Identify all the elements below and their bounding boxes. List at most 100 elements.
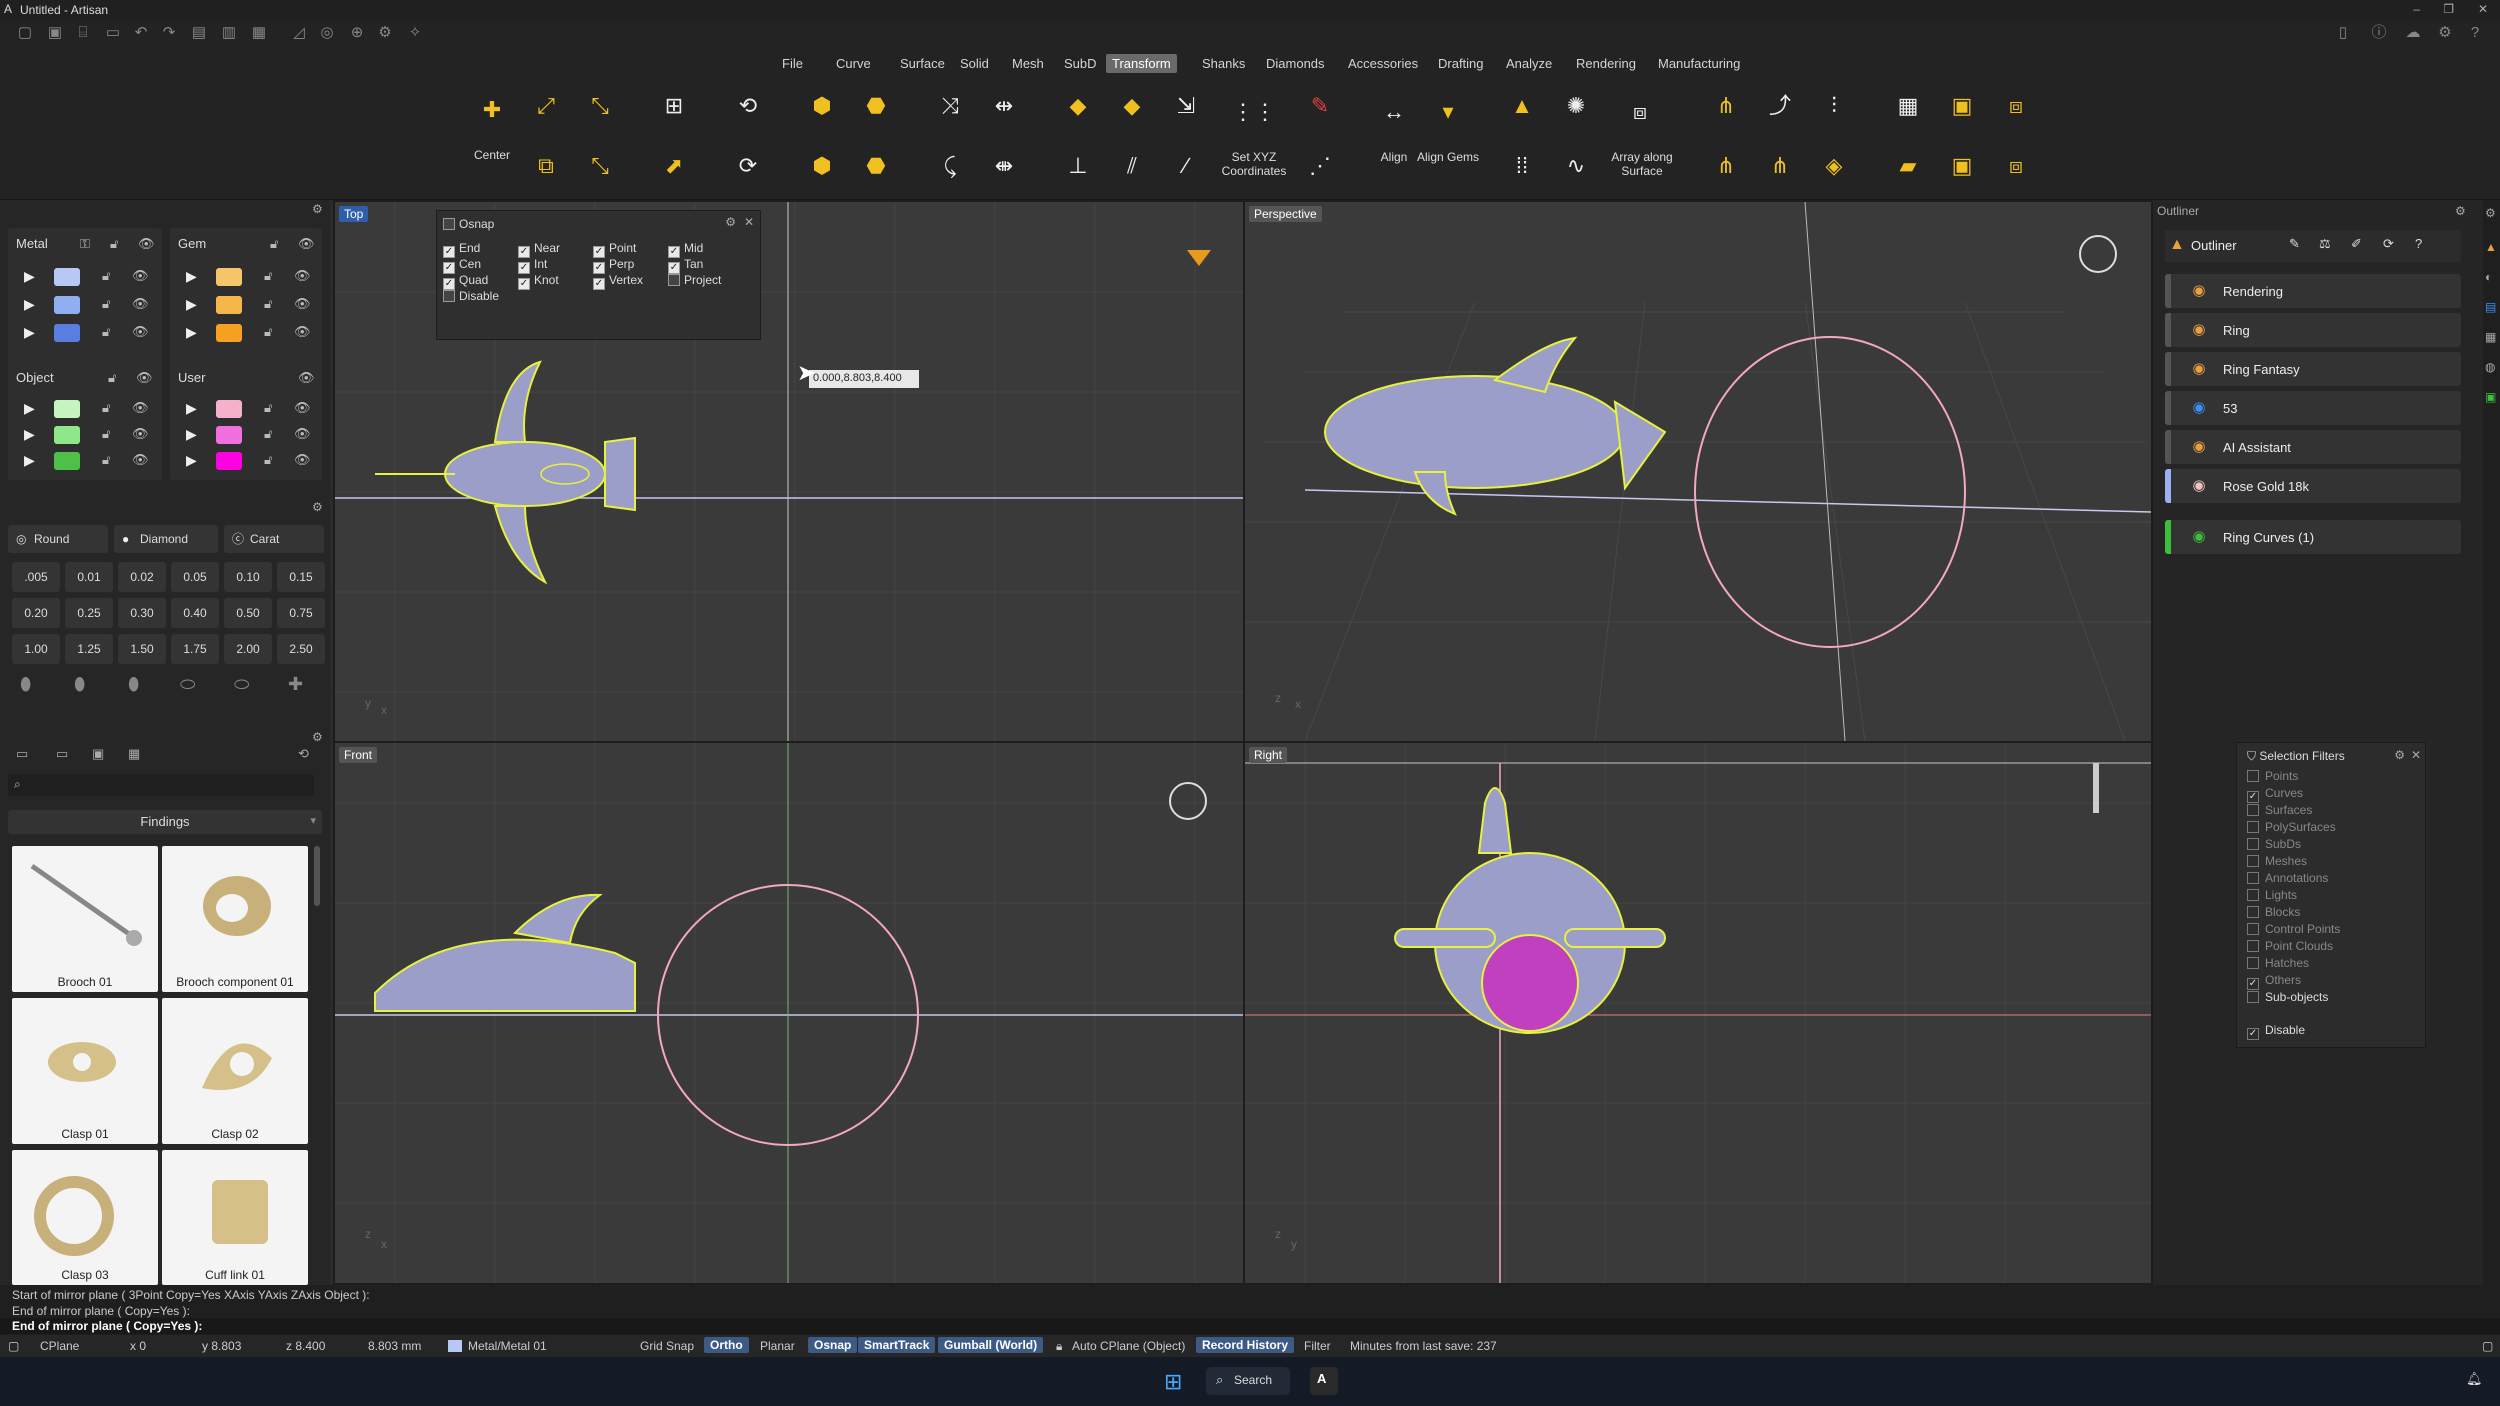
outliner-row[interactable]: ◉ Ring Fantasy — [2165, 352, 2461, 386]
layer-row[interactable]: ▶ 🔓︎ 👁︎ — [170, 448, 320, 474]
gumball-icon[interactable] — [1187, 250, 1211, 266]
eye-icon[interactable]: 👁︎ — [132, 296, 149, 312]
bridge-tool-icon[interactable]: ⧈ — [1996, 86, 2036, 126]
set-xyz-icon[interactable]: ⋮⋮ — [1232, 92, 1276, 132]
render-icon[interactable]: ▣ — [2485, 390, 2496, 404]
front-viewport[interactable]: z x Front — [335, 743, 1243, 1283]
osnap-option[interactable]: Project — [668, 273, 721, 287]
cplane-status[interactable]: CPlane — [40, 1339, 79, 1353]
gem-size-button[interactable]: 0.30 — [118, 598, 166, 628]
layer-color-swatch[interactable] — [216, 324, 242, 342]
layer-row[interactable]: ▶ 🔓︎ 👁︎ — [170, 264, 320, 290]
gem-shape-marquise-icon[interactable]: ⬭ — [180, 674, 195, 695]
filter-toggle[interactable]: Filter — [1304, 1339, 1331, 1353]
selection-filter-option[interactable]: Point Clouds — [2247, 939, 2333, 953]
chevron-down-icon[interactable]: ▾ — [310, 814, 316, 827]
array-tool-icon[interactable]: ⊞ — [654, 86, 694, 126]
gem-size-button[interactable]: 2.00 — [224, 634, 272, 664]
scale-tool-icon[interactable]: ⤢ — [526, 86, 566, 126]
lock-icon[interactable]: 🔓︎ — [102, 426, 110, 442]
osnap-option[interactable]: Disable — [443, 289, 499, 303]
auto-cplane-toggle[interactable]: Auto CPlane (Object) — [1072, 1339, 1185, 1353]
properties-icon[interactable]: ▦ — [2485, 330, 2496, 344]
taper-tool-icon[interactable]: ◆ — [1112, 86, 1152, 126]
center-tool-icon[interactable]: ✚ — [472, 90, 512, 130]
layer-row[interactable]: ▶ 🔓︎ 👁︎ — [8, 292, 158, 318]
lock-icon[interactable]: 🔓︎ — [102, 400, 110, 416]
taskbar-search-button[interactable]: ⌕ Search — [1206, 1367, 1290, 1395]
layer-color-swatch[interactable] — [54, 324, 80, 342]
selection-filter-option[interactable]: Meshes — [2247, 854, 2307, 868]
osnap-option[interactable]: ✓ Vertex — [593, 273, 643, 290]
prong-set-icon[interactable]: ⋔ — [1706, 146, 1746, 186]
curve-array-icon[interactable]: ∿ — [1556, 146, 1596, 186]
status-panel-icon[interactable]: ▢ — [2482, 1339, 2493, 1353]
lock-icon[interactable]: 🔓︎ — [108, 370, 116, 386]
layer-color-swatch[interactable] — [216, 268, 242, 286]
lock-icon[interactable]: 🔓︎ — [270, 236, 278, 252]
layer-color-swatch[interactable] — [448, 1340, 462, 1352]
menu-surface[interactable]: Surface — [894, 54, 951, 73]
osnap-option[interactable]: ✓ Point — [593, 241, 636, 258]
eye-icon[interactable]: 👁︎ — [132, 426, 149, 442]
split-tool-icon[interactable]: ⫶ — [1814, 86, 1854, 126]
redo-icon[interactable]: ↷ — [160, 24, 178, 42]
measure-icon[interactable]: ◿ — [290, 24, 308, 42]
selection-filter-option[interactable]: Annotations — [2247, 871, 2328, 885]
gem-size-button[interactable]: 0.20 — [12, 598, 60, 628]
lock-icon[interactable]: 🔓︎ — [102, 324, 110, 340]
settings-icon[interactable]: ⚙ — [2436, 24, 2454, 42]
gem-size-button[interactable]: 0.15 — [277, 562, 325, 592]
eye-icon[interactable]: 👁︎ — [132, 400, 149, 416]
mesh-tool-icon[interactable]: ▦ — [1888, 86, 1928, 126]
layer-color-swatch[interactable] — [54, 296, 80, 314]
play-icon[interactable]: ▶ — [24, 296, 35, 313]
layer-color-swatch[interactable] — [54, 426, 80, 444]
play-icon[interactable]: ▶ — [186, 268, 197, 285]
library-grid-icon[interactable]: ▦ — [128, 746, 140, 762]
menu-solid[interactable]: Solid — [954, 54, 995, 73]
undo-icon[interactable]: ↶ — [132, 24, 150, 42]
top-viewport-tag[interactable]: Top — [339, 206, 369, 222]
layers-icon[interactable]: ◐ — [2485, 270, 2492, 284]
move-tool-icon[interactable]: ⤡ — [580, 86, 620, 126]
play-icon[interactable]: ▶ — [24, 400, 35, 417]
lock-icon[interactable]: 🔓︎ — [264, 426, 272, 442]
lock-icon[interactable]: 🔓︎ — [264, 400, 272, 416]
right-viewport[interactable]: z y Right — [1245, 743, 2151, 1283]
refresh-icon[interactable]: ⟳ — [2383, 236, 2394, 252]
library-refresh-icon[interactable]: ⟲ — [298, 746, 309, 762]
gem-size-button[interactable]: 0.75 — [277, 598, 325, 628]
gem-shape-cushion-icon[interactable]: ⬭ — [234, 674, 249, 695]
layer-color-swatch[interactable] — [54, 452, 80, 470]
osnap-option[interactable]: ✓ Tan — [668, 257, 703, 274]
layer-color-swatch[interactable] — [216, 426, 242, 444]
help-icon[interactable]: ? — [2415, 236, 2422, 251]
settings-icon[interactable]: ⚙ — [2485, 206, 2496, 220]
dolphin-front-model[interactable] — [374, 893, 636, 1012]
disable-filter-checkbox[interactable]: ✓ Disable — [2247, 1023, 2305, 1040]
front-viewport-tag[interactable]: Front — [339, 747, 378, 763]
library-folder-icon[interactable]: ▭ — [16, 746, 28, 762]
ortho-toggle[interactable]: Ortho — [704, 1337, 749, 1353]
menu-rendering[interactable]: Rendering — [1570, 54, 1642, 73]
project-tool-icon[interactable]: ◆ — [1058, 86, 1098, 126]
frame-set-icon[interactable]: ▣ — [1942, 146, 1982, 186]
play-icon[interactable]: ▶ — [24, 324, 35, 341]
menu-transform[interactable]: Transform — [1106, 54, 1177, 73]
library-item[interactable]: Clasp 03 — [12, 1150, 158, 1285]
group-lock-icon[interactable]: ⚿ — [80, 236, 90, 252]
menu-curve[interactable]: Curve — [830, 54, 877, 73]
gem-size-button[interactable]: 0.10 — [224, 562, 272, 592]
perspective-viewport-tag[interactable]: Perspective — [1249, 206, 1322, 222]
lock-icon[interactable]: 🔓︎ — [102, 296, 110, 312]
ring-icon[interactable] — [1169, 782, 1207, 820]
play-icon[interactable]: ▶ — [186, 452, 197, 469]
layer-row[interactable]: ▶ 🔓︎ 👁︎ — [8, 264, 158, 290]
outliner-row[interactable]: ◉ Ring Curves (1) — [2165, 520, 2461, 554]
play-icon[interactable]: ▶ — [186, 426, 197, 443]
lock-icon[interactable]: 🔓︎ — [264, 296, 272, 312]
gem-size-button[interactable]: 2.50 — [277, 634, 325, 664]
selection-filter-option[interactable]: SubDs — [2247, 837, 2301, 851]
gem-size-button[interactable]: 1.25 — [65, 634, 113, 664]
